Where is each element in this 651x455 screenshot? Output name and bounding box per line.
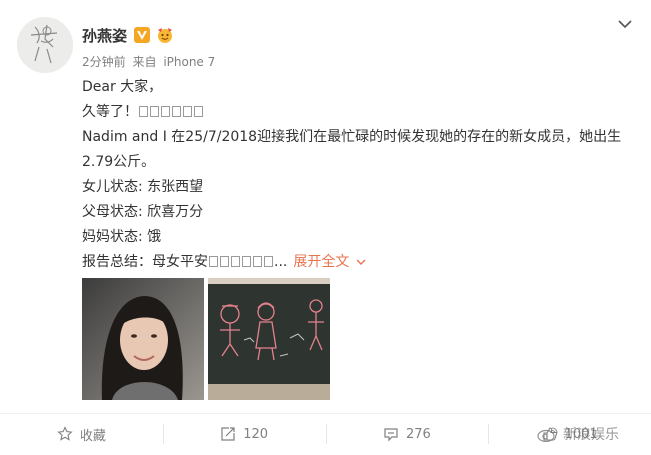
- favorite-button[interactable]: 收藏: [0, 414, 163, 454]
- wait-line: 久等了！: [82, 100, 632, 125]
- photo-thumbnail-selfie[interactable]: [82, 278, 204, 400]
- chevron-down-icon: [356, 259, 366, 265]
- missing-glyph-boxes: [208, 254, 274, 270]
- avatar[interactable]: [17, 17, 73, 73]
- selfie-image: [82, 278, 204, 400]
- report-summary-text: 报告总结：母女平安: [82, 254, 208, 270]
- comment-count: 276: [405, 426, 431, 442]
- avatar-sketch-image: [17, 17, 73, 73]
- star-icon: [57, 426, 73, 441]
- weibo-logo-icon: [537, 427, 558, 442]
- post-time[interactable]: 2分钟前: [82, 55, 126, 69]
- weibo-post-card: 孙燕姿 2分钟前 来自 iPhone 7 Dear 大家， 久等了！ Nadim…: [0, 0, 651, 455]
- watermark: 新浪娱乐: [537, 424, 619, 444]
- photo-thumbnail-chalkboard[interactable]: [208, 278, 330, 400]
- parents-status: 父母状态: 欣喜万分: [82, 204, 204, 220]
- favorite-label: 收藏: [79, 428, 106, 444]
- daughter-status: 女儿状态: 东张西望: [82, 179, 204, 195]
- missing-glyph-boxes: [138, 104, 204, 120]
- collapse-chevron-icon[interactable]: [615, 14, 635, 34]
- expand-full-text-link[interactable]: 展开全文: [293, 254, 367, 270]
- post-source[interactable]: iPhone 7: [163, 55, 215, 69]
- mom-status: 妈妈状态: 饿: [82, 229, 162, 245]
- announcement-text: Nadim and I 在25/7/2018迎接我们在最忙碌的时候发现她的存在的…: [82, 129, 622, 170]
- wait-text: 久等了！: [82, 104, 138, 120]
- repost-icon: [221, 427, 235, 441]
- ellipsis: ...: [274, 254, 288, 270]
- watermark-text: 新浪娱乐: [563, 427, 619, 443]
- repost-button[interactable]: 120: [162, 414, 326, 454]
- comment-icon: [384, 428, 398, 442]
- post-content: Dear 大家， 久等了！ Nadim and I 在25/7/2018迎接我们…: [82, 75, 632, 275]
- author-row: 孙燕姿: [82, 25, 174, 45]
- report-summary-line: 报告总结：母女平安... 展开全文: [82, 250, 632, 275]
- expand-label: 展开全文: [293, 254, 350, 270]
- comment-button[interactable]: 276: [325, 414, 489, 454]
- chalkboard-drawing-image: [208, 278, 330, 400]
- source-prefix: 来自: [132, 55, 157, 69]
- greeting-line: Dear 大家，: [82, 79, 163, 95]
- emoji-badge-icon: [158, 28, 173, 43]
- post-meta: 2分钟前 来自 iPhone 7: [82, 53, 215, 70]
- username[interactable]: 孙燕姿: [82, 25, 127, 46]
- repost-count: 120: [243, 426, 269, 442]
- vip-badge-icon: [134, 27, 151, 43]
